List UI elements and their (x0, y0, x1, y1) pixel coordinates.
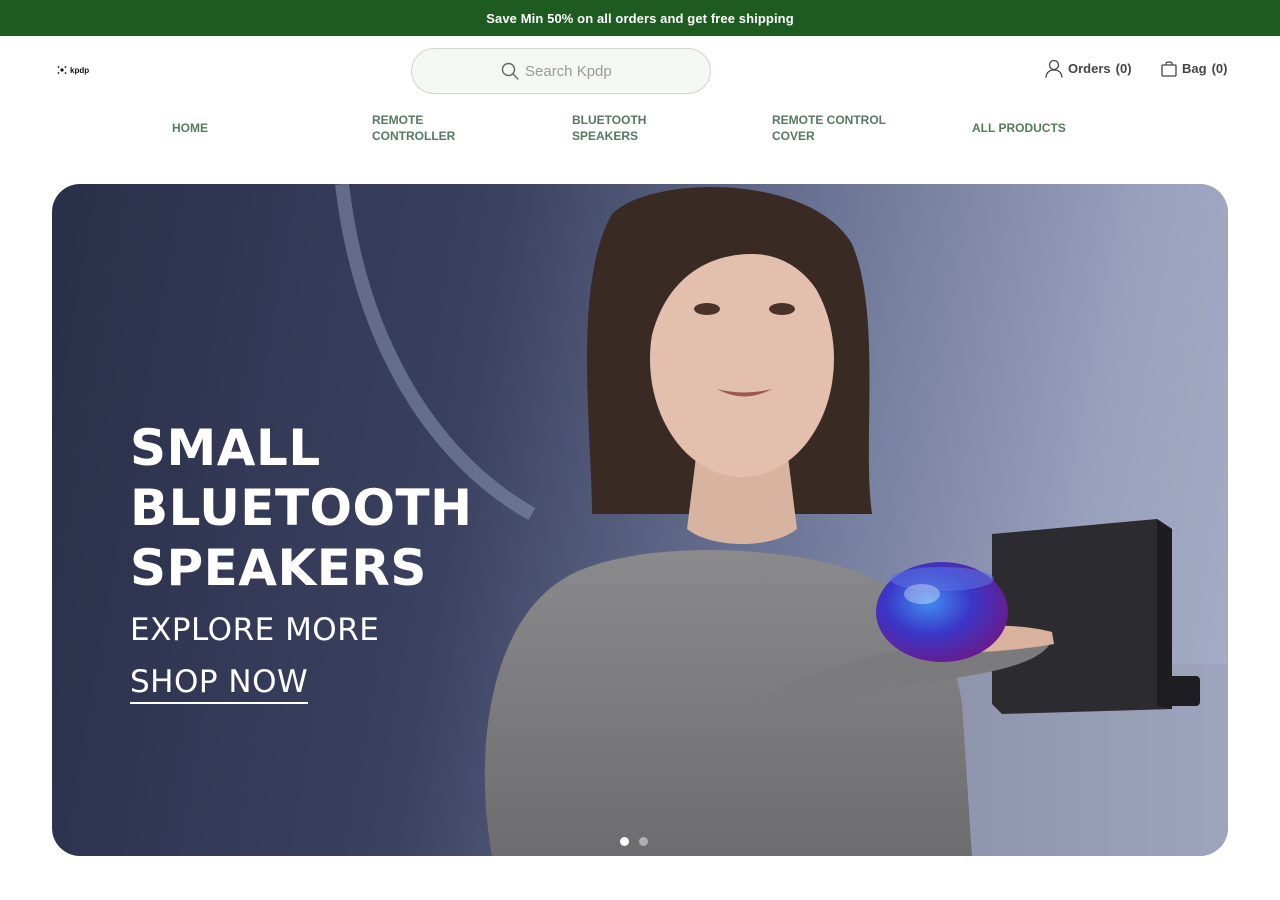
shop-now-link[interactable]: SHOP NOW (130, 664, 309, 704)
search-bar[interactable] (411, 48, 711, 94)
bag-label: Bag (1182, 60, 1207, 76)
promo-text: Save Min 50% on all orders and get free … (486, 10, 794, 26)
nav-item-bluetooth-speakers[interactable]: BLUETOOTH SPEAKERS (572, 112, 672, 144)
carousel-dot-1[interactable] (620, 837, 629, 846)
user-icon (1045, 59, 1063, 78)
bag-count: (0) (1211, 60, 1228, 76)
nav-item-remote-control-cover[interactable]: REMOTE CONTROL COVER (772, 112, 892, 144)
hero-subtitle: EXPLORE MORE (130, 612, 380, 648)
hero-title: SMALL BLUETOOTH SPEAKERS (130, 419, 473, 597)
nav-item-remote-controller[interactable]: REMOTE CONTROLLER (372, 112, 482, 144)
carousel-dots (620, 837, 648, 846)
nav-item-home[interactable]: HOME (172, 120, 322, 136)
search-input[interactable] (525, 62, 621, 80)
logo-mark-icon (57, 66, 67, 74)
carousel-dot-2[interactable] (639, 837, 648, 846)
bag-link[interactable]: Bag (0) (1161, 58, 1227, 78)
shopping-bag-icon (1161, 60, 1177, 77)
orders-link[interactable]: Orders (0) (1045, 58, 1132, 78)
nav-item-all-products[interactable]: ALL PRODUCTS (972, 120, 1122, 136)
brand-logo[interactable]: kpdp (57, 63, 89, 77)
orders-count: (0) (1115, 60, 1132, 76)
search-icon (501, 62, 519, 80)
promo-banner: Save Min 50% on all orders and get free … (0, 0, 1280, 36)
logo-text: kpdp (70, 65, 90, 75)
orders-label: Orders (1068, 60, 1111, 76)
hero-banner[interactable]: SMALL BLUETOOTH SPEAKERS EXPLORE MORE SH… (52, 184, 1228, 856)
